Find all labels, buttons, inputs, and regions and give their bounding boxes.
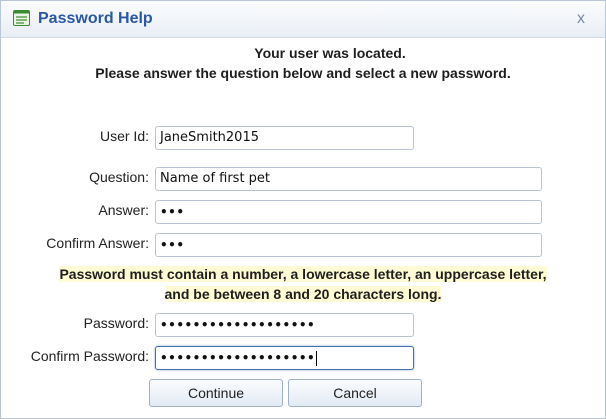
intro-message: Your user was located. Please answer the… xyxy=(1,43,605,83)
intro-line-2: Please answer the question below and sel… xyxy=(95,65,511,81)
confirm-password-label: Confirm Password: xyxy=(30,348,149,364)
password-label: Password: xyxy=(83,315,149,331)
confirm-password-value: ••••••••••••••••••• xyxy=(160,351,316,365)
close-icon[interactable]: x xyxy=(571,10,591,28)
password-help-dialog: Password Help x Your user was located. P… xyxy=(0,0,606,419)
confirm-password-field[interactable]: ••••••••••••••••••• xyxy=(155,346,414,370)
form-document-icon xyxy=(13,10,30,26)
text-caret xyxy=(316,351,318,366)
intro-line-1: Your user was located. xyxy=(254,45,406,61)
password-rule-line-1: Password must contain a number, a lowerc… xyxy=(59,266,547,282)
user-id-label: User Id: xyxy=(99,128,149,144)
password-requirements: Password must contain a number, a lowerc… xyxy=(1,264,605,304)
confirm-answer-field[interactable]: ••• xyxy=(155,233,542,257)
continue-button[interactable]: Continue xyxy=(149,379,283,407)
password-rule-line-2: and be between 8 and 20 characters long. xyxy=(164,286,442,302)
answer-field[interactable]: ••• xyxy=(155,200,542,224)
title-bar[interactable]: Password Help x xyxy=(1,1,605,38)
user-id-field[interactable]: JaneSmith2015 xyxy=(155,126,414,150)
question-field[interactable]: Name of first pet xyxy=(155,167,542,191)
confirm-answer-label: Confirm Answer: xyxy=(46,235,149,251)
question-label: Question: xyxy=(89,169,149,185)
answer-label: Answer: xyxy=(98,202,149,218)
cancel-button[interactable]: Cancel xyxy=(288,379,422,407)
dialog-title: Password Help xyxy=(38,10,153,27)
password-field[interactable]: ••••••••••••••••••• xyxy=(155,313,414,337)
